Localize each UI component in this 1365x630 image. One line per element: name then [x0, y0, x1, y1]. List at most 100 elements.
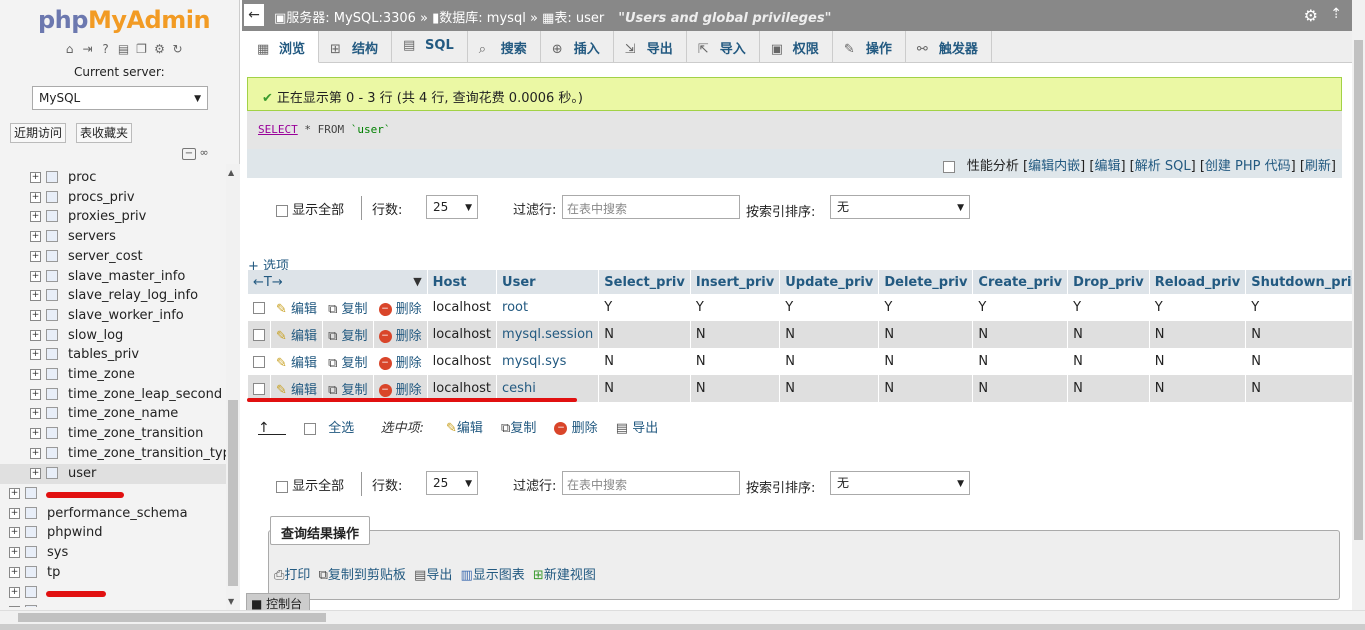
delete-link[interactable]: 删除	[396, 329, 422, 344]
horizontal-scrollbar-thumb[interactable]	[18, 613, 326, 622]
edit-link[interactable]: 编辑	[1094, 159, 1120, 174]
tree-item-label[interactable]: slave_master_info	[68, 268, 185, 286]
bulk-copy-button[interactable]: 复制	[510, 421, 536, 436]
edit-inline-link[interactable]: 编辑内嵌	[1028, 159, 1080, 174]
expand-icon[interactable]: +	[30, 309, 41, 321]
tree-item-label[interactable]: server_cost	[68, 248, 143, 266]
right-scrollbar-thumb[interactable]	[1354, 40, 1363, 540]
show-all-checkbox[interactable]	[276, 204, 288, 217]
table-cell[interactable]: N	[1149, 348, 1247, 375]
check-all-checkbox[interactable]	[304, 422, 317, 435]
tree-item[interactable]: + tables_priv	[0, 345, 226, 365]
table-cell[interactable]: N	[1245, 321, 1365, 348]
table-cell[interactable]: N	[690, 321, 781, 348]
row-checkbox[interactable]	[253, 382, 265, 395]
table-cell[interactable]: localhost	[427, 321, 498, 348]
table-cell[interactable]: N	[878, 375, 974, 402]
column-header[interactable]: User	[496, 270, 600, 294]
table-cell[interactable]: N	[690, 375, 781, 402]
expand-icon[interactable]: +	[9, 488, 20, 499]
tab-browse[interactable]: ▦ 浏览	[246, 31, 320, 63]
scroll-up-icon[interactable]: ▲	[228, 168, 234, 177]
rows-select[interactable]: 25 ▼	[426, 471, 478, 495]
tree-item[interactable]: + proc	[0, 168, 226, 188]
tree-item[interactable]: + time_zone_leap_second	[0, 385, 226, 405]
column-arrows-icon[interactable]: ←T→	[253, 275, 283, 290]
profiling-checkbox[interactable]	[942, 160, 955, 173]
refresh-link[interactable]: 刷新	[1305, 159, 1331, 174]
tree-item-label[interactable]: sys	[47, 544, 68, 562]
tab-insert[interactable]: ⊕ 插入	[541, 31, 614, 63]
table-cell[interactable]: N	[1149, 375, 1247, 402]
table-cell[interactable]: N	[1067, 348, 1150, 375]
column-header[interactable]: Create_priv	[972, 270, 1069, 294]
breadcrumb-database[interactable]: 数据库: mysql	[439, 11, 526, 26]
help-icon[interactable]: ?	[98, 42, 113, 57]
tree-item[interactable]: + slave_master_info	[0, 267, 226, 287]
tree-item-label[interactable]: phpwind	[47, 524, 102, 542]
expand-icon[interactable]: +	[30, 428, 41, 440]
table-cell[interactable]: Y	[1149, 294, 1247, 321]
breadcrumb-table[interactable]: 表: user	[554, 11, 604, 26]
bulk-export-button[interactable]: 导出	[632, 421, 658, 436]
favorites-tab[interactable]: 表收藏夹	[76, 123, 133, 143]
expand-icon[interactable]: +	[9, 547, 20, 559]
sql-keyword[interactable]: SELECT	[258, 123, 298, 136]
tree-item[interactable]: + procs_priv	[0, 188, 226, 208]
tree-item-selected[interactable]: + user	[0, 463, 226, 484]
delete-link[interactable]: 删除	[396, 383, 422, 398]
tree-item-label[interactable]: user	[68, 465, 96, 483]
logout-icon[interactable]: ⇥	[80, 42, 95, 57]
table-cell[interactable]: N	[972, 375, 1069, 402]
tree-item[interactable]: + slave_worker_info	[0, 306, 226, 326]
table-cell[interactable]: N	[878, 321, 974, 348]
expand-icon[interactable]: +	[9, 606, 20, 607]
tree-item[interactable]: + servers	[0, 227, 226, 247]
tree-item-label[interactable]: time_zone_name	[68, 405, 178, 423]
phpmyadmin-logo[interactable]: phpMyAdmin	[38, 6, 211, 34]
edit-link[interactable]: 编辑	[291, 329, 317, 344]
row-checkbox[interactable]	[253, 328, 265, 341]
table-cell[interactable]: N	[878, 348, 974, 375]
create-php-code-link[interactable]: 创建 PHP 代码	[1205, 159, 1291, 174]
tree-item[interactable]: + slave_relay_log_info	[0, 286, 226, 306]
table-cell[interactable]: N	[972, 348, 1069, 375]
breadcrumb-server[interactable]: 服务器: MySQL:3306	[286, 11, 416, 26]
expand-icon[interactable]: +	[30, 369, 41, 380]
bulk-edit-button[interactable]: 编辑	[457, 421, 483, 436]
tree-item[interactable]: + time_zone_transition	[0, 424, 226, 444]
tab-privileges[interactable]: ▣ 权限	[760, 31, 833, 63]
gear-icon[interactable]: ⚙	[1304, 6, 1318, 25]
table-cell[interactable]: N	[779, 348, 880, 375]
tree-item-label[interactable]: slave_relay_log_info	[68, 287, 198, 305]
explain-sql-link[interactable]: 解析 SQL	[1135, 159, 1191, 174]
column-header[interactable]: Select_priv	[598, 270, 691, 294]
tree-item[interactable]: + server_cost	[0, 247, 226, 267]
tree-item-label[interactable]: slave_worker_info	[68, 307, 184, 325]
column-header[interactable]: Delete_priv	[878, 270, 974, 294]
tree-item[interactable]: + time_zone_name	[0, 404, 226, 424]
expand-icon[interactable]: +	[30, 231, 41, 243]
create-view-link[interactable]: 新建视图	[544, 568, 596, 583]
tree-item-label[interactable]: time_zone_leap_second	[68, 386, 222, 404]
export-link[interactable]: 导出	[426, 568, 452, 583]
column-header[interactable]: Insert_priv	[690, 270, 781, 294]
table-cell[interactable]: N	[598, 375, 691, 402]
show-all-checkbox[interactable]	[276, 480, 288, 493]
tab-structure[interactable]: ⊞ 结构	[319, 31, 393, 63]
copy-icon[interactable]: ❐	[134, 42, 149, 57]
reload-icon[interactable]: ↻	[170, 42, 185, 57]
tab-triggers[interactable]: ⚯ 触发器	[906, 31, 992, 63]
tree-item[interactable]: + time_zone	[0, 365, 226, 385]
tree-item-label[interactable]: tp	[47, 564, 60, 582]
expand-icon[interactable]: +	[9, 507, 20, 519]
row-checkbox[interactable]	[253, 301, 265, 314]
tab-search[interactable]: ⌕ 搜索	[468, 31, 541, 63]
column-header[interactable]: Reload_priv	[1149, 270, 1247, 294]
table-cell[interactable]: mysql.sys	[496, 348, 600, 375]
table-cell[interactable]: Y	[1245, 294, 1365, 321]
table-cell[interactable]: N	[1149, 321, 1247, 348]
table-cell[interactable]: N	[598, 321, 691, 348]
table-cell[interactable]: localhost	[427, 294, 498, 321]
rows-select[interactable]: 25 ▼	[426, 195, 478, 219]
